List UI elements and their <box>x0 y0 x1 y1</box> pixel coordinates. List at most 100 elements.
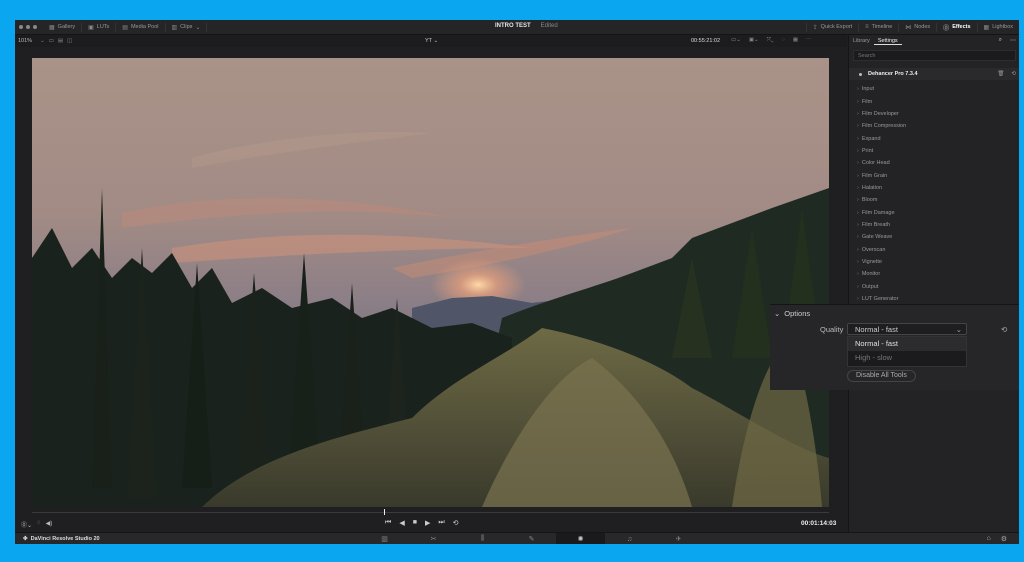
play-icon[interactable]: ▶ <box>425 519 430 527</box>
chevron-right-icon: › <box>857 184 859 191</box>
tool-item-monitor[interactable]: › Monitor <box>857 268 906 280</box>
playhead[interactable] <box>384 509 385 515</box>
chevron-down-icon: ⌄ <box>195 24 201 31</box>
tab-library[interactable]: Library <box>849 38 874 44</box>
tool-item-halation[interactable]: › Halation <box>857 182 906 194</box>
quality-option-normal[interactable]: Normal - fast <box>848 337 966 351</box>
tool-item-expand[interactable]: › Expand <box>857 132 906 144</box>
tool-item-film[interactable]: › Film <box>857 95 906 107</box>
tool-item-film-breath[interactable]: › Film Breath <box>857 219 906 231</box>
tool-item-film-damage[interactable]: › Film Damage <box>857 206 906 218</box>
gallery-button[interactable]: ▦ Gallery <box>43 22 83 32</box>
close-dot[interactable] <box>19 25 23 29</box>
lightbox-button[interactable]: ▦ Lightbox <box>976 22 1019 32</box>
tool-item-overscan[interactable]: › Overscan <box>857 243 906 255</box>
quick-export-button[interactable]: ⇪ Quick Export <box>805 22 859 32</box>
more-options-icon[interactable]: ⋯ <box>806 37 812 44</box>
viewer-mode-icon[interactable]: ▭⌄ <box>731 37 741 44</box>
tool-item-film-compression[interactable]: › Film Compression <box>857 120 906 132</box>
tool-item-bloom[interactable]: › Bloom <box>857 194 906 206</box>
disable-all-tools-button[interactable]: Disable All Tools <box>847 370 916 382</box>
minimize-dot[interactable] <box>26 25 30 29</box>
plugin-header[interactable]: Dehancer Pro 7.3.4 🗑 ⟲ <box>849 68 1019 80</box>
sunset-forest-frame <box>32 58 829 507</box>
grid-icon[interactable]: ▦ <box>793 37 798 44</box>
transport-left: ⓪⌄ ◌ ◀) <box>21 520 52 529</box>
chevron-right-icon: › <box>857 283 859 290</box>
fusion-page-icon[interactable]: ✎ <box>507 533 556 544</box>
record-timecode: 00:01:14:03 <box>801 520 837 527</box>
loop-icon[interactable]: ⟲ <box>453 519 459 527</box>
tool-item-gate-weave[interactable]: › Gate Weave <box>857 231 906 243</box>
brand: ✤ DaVinci Resolve Studio 20 <box>23 536 100 542</box>
quality-select[interactable]: Normal - fast ⌄ <box>847 323 967 335</box>
more-options-icon[interactable]: ⋯ <box>1010 37 1016 44</box>
effects-icon: ⓪ <box>943 25 950 32</box>
nodes-icon: ⋈ <box>905 24 912 31</box>
tool-list: › Input › Film › Film Developer › Film Compr… <box>857 83 906 305</box>
chevron-right-icon: › <box>857 209 859 216</box>
first-frame-icon[interactable]: ⏮ <box>385 519 391 527</box>
reset-icon[interactable]: ⟲ <box>1011 71 1016 77</box>
display-icon[interactable]: ▣⌄ <box>749 37 759 44</box>
clips-button[interactable]: ▥ Clips ⌄ <box>166 22 208 32</box>
transform-icon[interactable]: ⤧⌄ <box>767 37 774 44</box>
luts-button[interactable]: ▣ LUTs <box>82 22 117 32</box>
highlight-icon[interactable]: ◌ <box>782 37 785 44</box>
project-title: INTRO TEST <box>495 23 531 29</box>
compare-icon[interactable]: ◫ <box>67 38 72 44</box>
quality-option-high[interactable]: High - slow <box>848 351 966 365</box>
gear-icon[interactable]: ⚙ <box>1001 535 1007 543</box>
search-icon[interactable]: ⌕ <box>999 37 1002 44</box>
stop-icon[interactable]: ■ <box>413 519 417 527</box>
panel-actions: ⌕ ⋯ <box>999 37 1016 44</box>
scrubber-track[interactable] <box>32 512 829 513</box>
tool-item-color-head[interactable]: › Color Head <box>857 157 906 169</box>
enable-dot-icon[interactable] <box>859 72 862 76</box>
tab-settings[interactable]: Settings <box>873 38 902 45</box>
home-icon[interactable]: ⌂ <box>986 535 990 543</box>
search-input[interactable] <box>853 50 1016 61</box>
record-icon[interactable]: ◌ <box>37 520 41 529</box>
color-page-icon[interactable]: ✺ <box>556 533 605 544</box>
tool-item-film-grain[interactable]: › Film Grain <box>857 169 906 181</box>
reset-icon[interactable]: ⟲ <box>1001 325 1007 334</box>
edit-page-icon[interactable]: ⫼ <box>458 533 507 544</box>
maximize-dot[interactable] <box>33 25 37 29</box>
cut-page-icon[interactable]: ✂ <box>409 533 458 544</box>
tool-item-print[interactable]: › Print <box>857 145 906 157</box>
tool-item-vignette[interactable]: › Vignette <box>857 256 906 268</box>
fairlight-page-icon[interactable]: ♫ <box>605 533 654 544</box>
volume-icon[interactable]: ◀) <box>46 520 53 529</box>
play-reverse-icon[interactable]: ◀ <box>399 519 404 527</box>
media-pool-button[interactable]: ▤ Media Pool <box>116 22 166 32</box>
options-header[interactable]: ⌄ Options <box>774 309 810 318</box>
chevron-down-icon[interactable]: ⌄ <box>40 38 45 44</box>
effects-button[interactable]: ⓪ Effects <box>936 22 976 32</box>
tool-item-film-developer[interactable]: › Film Developer <box>857 108 906 120</box>
dehancer-icon[interactable]: ⓪⌄ <box>21 520 32 529</box>
tool-item-input[interactable]: › Input <box>857 83 906 95</box>
last-frame-icon[interactable]: ⏭ <box>438 519 444 527</box>
bottom-right-icons: ⌂ ⚙ <box>986 535 1007 543</box>
tool-item-output[interactable]: › Output <box>857 281 906 293</box>
trash-icon[interactable]: 🗑 <box>997 71 1004 77</box>
zoom-level[interactable]: 101% <box>18 38 32 44</box>
timeline-button[interactable]: ≡ Timeline <box>858 22 898 32</box>
viewer-toolbar: 101% ⌄ ▭ ▤ ◫ YT ⌄ 00:55:21:02 ▭⌄ ▣⌄ ⤧⌄ ◌… <box>15 35 847 47</box>
chevron-right-icon: › <box>857 135 859 142</box>
transport-bar: ⓪⌄ ◌ ◀) ⏮ ◀ ■ ▶ ⏭ ⟲ 00:01:14:03 <box>15 518 847 532</box>
media-pool-icon: ▤ <box>122 24 128 31</box>
deliver-page-icon[interactable]: ✈ <box>654 533 703 544</box>
clip-name[interactable]: YT ⌄ <box>425 38 438 44</box>
video-viewer[interactable] <box>32 58 829 507</box>
single-viewer-icon[interactable]: ▭ <box>49 38 54 44</box>
panel-tabs: Library Settings <box>849 35 1019 47</box>
clips-icon: ▥ <box>171 24 178 31</box>
filmstrip-icon[interactable]: ▤ <box>58 38 63 44</box>
chevron-right-icon: › <box>857 86 859 93</box>
chevron-right-icon: › <box>857 160 859 167</box>
app-window: ▦ Gallery ▣ LUTs ▤ Media Pool ▥ Clips ⌄ INTRO… <box>15 20 1019 544</box>
media-page-icon[interactable]: ▥ <box>360 533 409 544</box>
nodes-button[interactable]: ⋈ Nodes <box>898 22 936 32</box>
